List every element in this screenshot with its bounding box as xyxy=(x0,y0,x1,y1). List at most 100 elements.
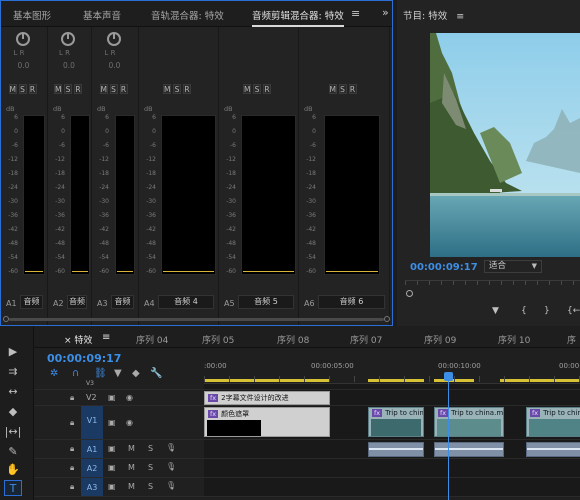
add-marker-icon[interactable]: ▼ xyxy=(114,368,122,379)
tab-track-mixer[interactable]: 音轨混合器: 特效 xyxy=(151,8,224,22)
lock-icon[interactable]: 🔒︎ xyxy=(70,463,74,473)
record-button[interactable]: R xyxy=(74,84,82,94)
audio-clip[interactable] xyxy=(526,442,580,457)
eye-icon[interactable]: ◉ xyxy=(126,393,133,402)
tab-sequence-effects[interactable]: × 特效 xyxy=(64,333,92,346)
timeline-playhead-handle[interactable] xyxy=(444,372,453,381)
lock-icon[interactable]: 🔒︎ xyxy=(70,482,74,492)
solo-button[interactable]: S xyxy=(18,84,27,94)
program-time-ruler[interactable] xyxy=(405,280,580,290)
sync-lock-icon[interactable]: ▣ xyxy=(108,463,116,472)
level-meter[interactable] xyxy=(324,115,380,275)
sync-lock-icon[interactable]: ▣ xyxy=(108,444,116,453)
mute-button[interactable]: M xyxy=(99,84,108,94)
sync-lock-icon[interactable]: ▣ xyxy=(108,418,116,427)
tab-audio-clip-mixer[interactable]: 音频剪辑混合器: 特效 xyxy=(252,8,344,27)
level-meter[interactable] xyxy=(70,115,90,275)
nest-toggle-icon[interactable]: ✲ xyxy=(50,368,58,379)
timeline-timecode[interactable]: 00:00:09:17 xyxy=(47,352,121,365)
solo-button[interactable]: S xyxy=(148,444,153,453)
track-label[interactable]: V2 xyxy=(86,393,97,402)
solo-button[interactable]: S xyxy=(173,84,181,94)
track-target-a3[interactable]: A3 xyxy=(81,478,103,496)
channel-name-button[interactable]: 音频 xyxy=(67,295,87,309)
pen-tool-icon[interactable]: ✎ xyxy=(4,444,22,460)
tab-sequence-more[interactable]: 序 xyxy=(567,333,576,346)
microphone-icon[interactable]: 🎙︎ xyxy=(166,481,176,490)
record-button[interactable]: R xyxy=(28,84,37,94)
sync-lock-icon[interactable]: ▣ xyxy=(108,482,116,491)
video-clip[interactable]: fxTrip to china xyxy=(368,407,424,437)
level-meter[interactable] xyxy=(241,115,296,275)
record-button[interactable]: R xyxy=(263,84,271,94)
solo-button[interactable]: S xyxy=(148,482,153,491)
program-menu-icon[interactable]: ≡ xyxy=(456,11,464,22)
work-area-bar[interactable] xyxy=(204,379,330,382)
microphone-icon[interactable]: 🎙︎ xyxy=(166,443,176,452)
timeline-time-ruler[interactable]: :00:00 00:00:05:00 00:00:10:00 00:00:15 xyxy=(204,348,580,384)
program-timecode[interactable]: 00:00:09:17 xyxy=(410,262,478,273)
channel-name-button[interactable]: 音频 xyxy=(20,295,43,309)
scroll-thumb[interactable] xyxy=(9,318,384,321)
add-marker-icon[interactable]: ▼ xyxy=(492,306,499,316)
timeline-menu-icon[interactable]: ≡ xyxy=(102,332,110,343)
work-area-bar[interactable] xyxy=(500,379,580,382)
selection-tool-icon[interactable]: ▶ xyxy=(4,344,22,360)
lock-icon[interactable]: 🔒︎ xyxy=(70,393,74,403)
record-button[interactable]: R xyxy=(348,84,357,94)
solo-button[interactable]: S xyxy=(64,84,72,94)
type-tool-icon[interactable]: T xyxy=(4,480,22,496)
linked-selection-icon[interactable]: ⛓ xyxy=(94,368,107,379)
tab-sequence-10[interactable]: 序列 10 xyxy=(498,333,530,346)
mark-out-icon[interactable]: } xyxy=(544,306,550,316)
level-meter[interactable] xyxy=(161,115,216,275)
mute-button[interactable]: M xyxy=(54,84,62,94)
channel-name-button[interactable]: 音频 xyxy=(111,295,134,309)
tab-sequence-04[interactable]: 序列 04 xyxy=(136,333,168,346)
mute-button[interactable]: M xyxy=(163,84,171,94)
eye-icon[interactable]: ◉ xyxy=(126,418,133,427)
solo-button[interactable]: S xyxy=(253,84,261,94)
timeline-playhead-line[interactable] xyxy=(448,374,449,500)
sync-lock-icon[interactable]: ▣ xyxy=(108,393,116,402)
mute-button[interactable]: M xyxy=(128,463,135,472)
channel-name-button[interactable]: 音频 6 xyxy=(318,295,385,309)
snap-magnet-icon[interactable]: ∩ xyxy=(72,368,79,379)
channel-name-button[interactable]: 音频 4 xyxy=(158,295,214,309)
track-target-a2[interactable]: A2 xyxy=(81,459,103,477)
video-clip[interactable]: fxTrip to china.mp4 xyxy=(434,407,504,437)
go-to-in-icon[interactable]: {← xyxy=(567,306,580,316)
pan-knob-icon[interactable] xyxy=(15,32,30,46)
tab-sequence-08[interactable]: 序列 08 xyxy=(277,333,309,346)
microphone-icon[interactable]: 🎙︎ xyxy=(166,462,176,471)
pan-knob-icon[interactable] xyxy=(61,32,75,46)
record-button[interactable]: R xyxy=(119,84,128,94)
mute-button[interactable]: M xyxy=(8,84,17,94)
program-monitor-title[interactable]: 节目: 特效 xyxy=(403,11,447,22)
pan-knob-icon[interactable] xyxy=(106,32,121,46)
slip-tool-icon[interactable]: |↔| xyxy=(4,424,22,440)
razor-tool-icon[interactable]: ◆ xyxy=(4,404,22,420)
mute-button[interactable]: M xyxy=(128,444,135,453)
zoom-fit-select[interactable]: 适合 ▼ xyxy=(484,260,542,273)
mark-in-icon[interactable]: { xyxy=(521,306,527,316)
tab-sequence-05[interactable]: 序列 05 xyxy=(202,333,234,346)
mute-button[interactable]: M xyxy=(128,482,135,491)
solo-button[interactable]: S xyxy=(148,463,153,472)
solo-button[interactable]: S xyxy=(338,84,347,94)
level-meter[interactable] xyxy=(23,115,45,275)
lock-icon[interactable]: 🔒︎ xyxy=(70,444,74,454)
work-area-bar[interactable] xyxy=(368,379,424,382)
expand-panels-icon[interactable]: » xyxy=(382,6,389,19)
wrench-settings-icon[interactable]: 🔧 xyxy=(150,368,162,379)
source-patch-v1[interactable]: V1 xyxy=(81,406,103,439)
mute-button[interactable]: M xyxy=(243,84,251,94)
ripple-edit-tool-icon[interactable]: ↔ xyxy=(4,384,22,400)
source-patch-a1[interactable]: A1 xyxy=(81,440,103,458)
title-clip[interactable]: fx 2字幕文件设计的改进 xyxy=(204,391,330,405)
lock-icon[interactable]: 🔒︎ xyxy=(70,418,74,428)
mixer-scrollbar[interactable] xyxy=(3,315,390,323)
marker-icon[interactable]: ◆ xyxy=(132,368,140,379)
video-clip[interactable]: fxTrip to china xyxy=(526,407,580,437)
tab-sequence-09[interactable]: 序列 09 xyxy=(424,333,456,346)
